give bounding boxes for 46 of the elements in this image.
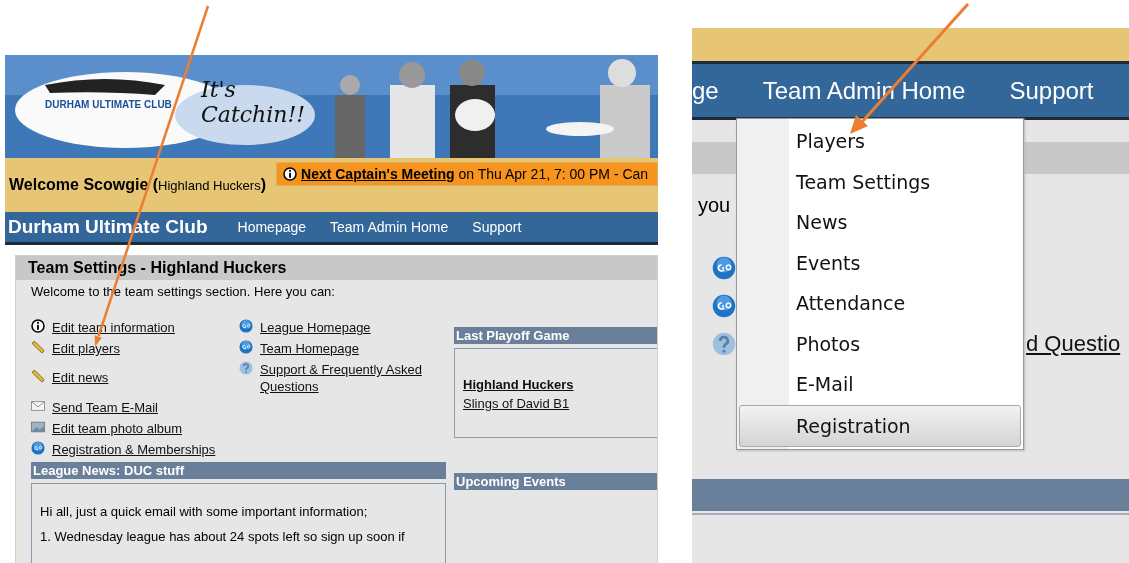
menu-item[interactable]: Registration (739, 404, 1021, 447)
slogan: It's Catchin!! (201, 77, 307, 128)
go-icon (31, 441, 45, 455)
menu-item[interactable]: News (739, 202, 1021, 243)
go-icon (239, 340, 253, 354)
settings-link[interactable]: Support & Frequently Asked Questions (260, 361, 446, 395)
news-paragraph: 1. Wednesday league has about 24 spots left so sign up soon if (40, 529, 406, 544)
menu-item[interactable]: Attendance (739, 283, 1021, 324)
announcement-text: on Thu Apr 21, 7: 00 PM - Can (458, 166, 649, 182)
news-header: League News: DUC stuff (31, 462, 446, 479)
settings-link[interactable]: Team Homepage (260, 340, 359, 357)
logo-text: DURHAM ULTIMATE CLUB (45, 99, 172, 110)
menu-item[interactable]: Photos (739, 323, 1021, 364)
menu-item[interactable]: E-Mail (739, 364, 1021, 405)
game-link[interactable]: Slings of David B1 (463, 396, 649, 411)
info-icon (283, 167, 297, 181)
menu-item[interactable]: Players (739, 121, 1021, 162)
intro-text: you (698, 194, 732, 217)
welcome-text: Welcome Scowgie (Highland Huckers) (9, 176, 266, 194)
settings-link[interactable]: Edit team photo album (52, 420, 183, 437)
go-icon (239, 319, 253, 333)
info-icon (31, 319, 45, 333)
nav-link[interactable]: Support (1009, 76, 1094, 105)
settings-link[interactable]: Edit news (52, 369, 109, 386)
settings-link[interactable]: Send Team E-Mail (52, 399, 158, 416)
settings-link[interactable]: Registration & Memberships (52, 441, 216, 458)
nav-link[interactable]: Homepage (237, 219, 307, 235)
nav-link[interactable]: Support (472, 219, 522, 235)
nav-link[interactable]: ge (692, 76, 719, 105)
settings-link[interactable]: Edit players (52, 340, 120, 357)
meeting-link[interactable]: Next Captain's Meeting (301, 166, 455, 182)
pencil-icon (31, 340, 45, 354)
sidebar-header: Upcoming Events (454, 473, 657, 490)
settings-link[interactable]: League Homepage (260, 319, 371, 336)
menu-item[interactable]: Team Settings (739, 161, 1021, 202)
envelope-icon (31, 399, 45, 413)
menu-item[interactable]: Events (739, 242, 1021, 283)
settings-link[interactable]: d Questio (1026, 331, 1121, 357)
help-icon (712, 332, 736, 356)
pencil-icon (31, 369, 45, 383)
game-link[interactable]: Highland Huckers (463, 377, 649, 392)
news-paragraph: Hi all, just a quick email with some important information; (40, 504, 369, 519)
nav-link[interactable]: Team Admin Home (330, 219, 449, 235)
help-icon (239, 361, 253, 375)
photo-icon (31, 420, 45, 434)
sidebar-header: Last Playoff Game (454, 327, 657, 344)
